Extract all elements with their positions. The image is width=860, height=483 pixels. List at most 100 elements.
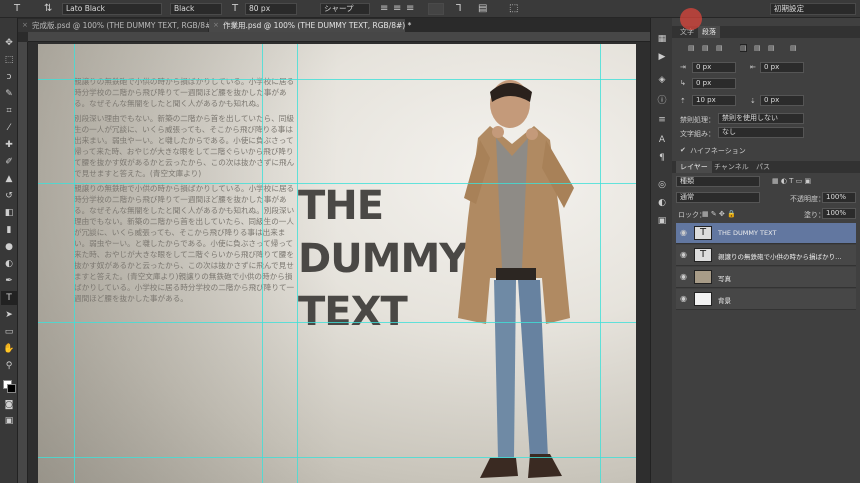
swatches-icon[interactable]: ◐ (655, 196, 669, 210)
tab-channels[interactable]: チャンネル (710, 161, 753, 173)
path-select-icon[interactable]: ➤ (1, 308, 17, 322)
align-right-icon[interactable]: ▤ (716, 44, 723, 52)
fill-field[interactable]: 100% (822, 208, 856, 219)
shape-tool-icon[interactable]: ▭ (1, 325, 17, 339)
background-color-swatch[interactable] (7, 384, 16, 393)
screen-mode-icon[interactable]: ▣ (1, 414, 17, 428)
align-right-icon[interactable]: ≡ (406, 2, 414, 16)
stamp-tool-icon[interactable]: ▲ (1, 172, 17, 186)
font-style-select[interactable]: Black (170, 3, 222, 15)
tab-doc-final[interactable]: × 完成版.psd @ 100% (THE DUMMY TEXT, RGB/8#)… (18, 19, 220, 32)
align-center-icon[interactable]: ≡ (393, 2, 401, 16)
info-icon[interactable]: ⓘ (655, 94, 669, 108)
tab-paths[interactable]: パス (752, 161, 774, 173)
document-canvas[interactable]: 親譲りの無鉄砲で小供の時から損ばかりしている。小学校に居る時分学校の二階から飛び… (38, 44, 636, 483)
text-color-swatch[interactable] (428, 3, 444, 15)
history-icon[interactable]: ▦ (655, 32, 669, 46)
layer-row[interactable]: ◉ T 親譲りの無鉄砲で小供の時から損ばかり… (676, 245, 856, 266)
warp-text-icon[interactable]: Ꞁ (456, 2, 462, 16)
blend-mode-select[interactable]: 通常 (676, 192, 760, 203)
justify-all-icon[interactable]: ▤ (790, 44, 797, 52)
lasso-tool-icon[interactable]: ↄ (1, 70, 17, 84)
blur-tool-icon[interactable]: ● (1, 240, 17, 254)
healing-brush-icon[interactable]: ✚ (1, 138, 17, 152)
tab-label: 完成版.psd @ 100% (THE DUMMY TEXT, RGB/8#) … (32, 21, 221, 30)
tab-layers[interactable]: レイヤー (676, 161, 712, 173)
tab-doc-work[interactable]: × 作業用.psd @ 100% (THE DUMMY TEXT, RGB/8#)… (209, 19, 411, 32)
indent-right-icon: ⇤ (750, 63, 756, 71)
close-icon[interactable]: × (213, 19, 219, 32)
guide-line[interactable] (38, 457, 636, 458)
guide-line[interactable] (297, 44, 298, 483)
eye-icon[interactable]: ◉ (680, 228, 687, 237)
type-tool-icon[interactable]: T (14, 2, 20, 16)
history-brush-icon[interactable]: ↺ (1, 189, 17, 203)
align-left-icon[interactable]: ▤ (688, 44, 695, 52)
brush-tool-icon[interactable]: ✐ (1, 155, 17, 169)
color-icon[interactable]: ◎ (655, 178, 669, 192)
hyphenation-checkbox[interactable]: ✔ (680, 146, 686, 154)
indent-right-field[interactable]: 0 px (760, 62, 804, 73)
kinsoku-select[interactable]: 禁則を使用しない (718, 113, 804, 124)
font-size-field[interactable]: 80 px (245, 3, 297, 15)
marquee-tool-icon[interactable]: ⬚ (1, 53, 17, 67)
indent-first-field[interactable]: 0 px (692, 78, 736, 89)
tab-paragraph[interactable]: 段落 (698, 26, 720, 38)
indent-left-field[interactable]: 0 px (692, 62, 736, 73)
layer-filter-select[interactable]: 種類 (676, 176, 760, 187)
opacity-field[interactable]: 100% (822, 192, 856, 203)
guide-line[interactable] (600, 44, 601, 483)
char-para-tabs: 文字 段落 (672, 26, 860, 38)
space-before-field[interactable]: 10 px (692, 95, 736, 106)
mojigumi-select[interactable]: なし (718, 127, 804, 138)
guide-line[interactable] (38, 322, 636, 323)
crop-tool-icon[interactable]: ⌗ (1, 104, 17, 118)
zoom-tool-icon[interactable]: ⚲ (1, 359, 17, 373)
3d-icon[interactable]: ⬚ (509, 2, 518, 16)
adjustments-icon[interactable]: ≡ (655, 113, 669, 127)
quick-mask-icon[interactable]: ◙ (1, 398, 17, 412)
workspace-select[interactable]: 初期設定 (770, 3, 856, 15)
justify-right-icon[interactable]: ▤ (768, 44, 775, 52)
layer-row[interactable]: ◉ 背景 (676, 289, 856, 310)
headline-text[interactable]: THE DUMMY TEXT (298, 180, 468, 339)
type-tool-icon[interactable]: T (1, 291, 17, 305)
vertical-ruler[interactable] (18, 42, 28, 483)
align-left-icon[interactable]: ≡ (380, 2, 388, 16)
guide-line[interactable] (38, 183, 636, 184)
eye-icon[interactable]: ◉ (680, 272, 687, 281)
eye-icon[interactable]: ◉ (680, 294, 687, 303)
orientation-icon[interactable]: ⇅ (44, 2, 52, 16)
body-text-block[interactable]: 親譲りの無鉄砲で小供の時から損ばかりしている。小学校に居る時分学校の二階から飛び… (74, 76, 300, 308)
close-icon[interactable]: × (22, 19, 28, 32)
font-family-select[interactable]: Lato Black (62, 3, 162, 15)
justify-center-icon[interactable]: ▤ (754, 44, 761, 52)
paragraph-icon[interactable]: ¶ (655, 151, 669, 165)
dodge-tool-icon[interactable]: ◐ (1, 257, 17, 271)
guide-line[interactable] (262, 44, 263, 483)
guide-line[interactable] (74, 44, 75, 483)
layer-row[interactable]: ◉ 写真 (676, 267, 856, 288)
antialias-select[interactable]: シャープ (320, 3, 370, 15)
move-tool-icon[interactable]: ✥ (1, 36, 17, 50)
panels-toggle-icon[interactable]: ▤ (478, 2, 487, 16)
gradient-tool-icon[interactable]: ▮ (1, 223, 17, 237)
pen-tool-icon[interactable]: ✒ (1, 274, 17, 288)
space-after-field[interactable]: 0 px (760, 95, 804, 106)
align-center-icon[interactable]: ▤ (702, 44, 709, 52)
justify-icon[interactable]: ▤ (740, 44, 747, 52)
properties-icon[interactable]: ◈ (655, 73, 669, 87)
quick-select-icon[interactable]: ✎ (1, 87, 17, 101)
character-icon[interactable]: A (655, 133, 669, 147)
eye-icon[interactable]: ◉ (680, 250, 687, 259)
guide-line[interactable] (38, 79, 636, 80)
lock-icons[interactable]: ▦ ✎ ✥ 🔒 (702, 210, 736, 218)
hand-tool-icon[interactable]: ✋ (1, 342, 17, 356)
styles-icon[interactable]: ▣ (655, 214, 669, 228)
eraser-tool-icon[interactable]: ◧ (1, 206, 17, 220)
layer-row[interactable]: ◉ T THE DUMMY TEXT (676, 223, 856, 244)
actions-icon[interactable]: ▶ (655, 50, 669, 64)
horizontal-ruler[interactable] (28, 32, 650, 42)
eyedropper-icon[interactable]: ⁄ (1, 121, 17, 135)
filter-icons[interactable]: ▦ ◐ T ▭ ▣ (772, 177, 811, 185)
